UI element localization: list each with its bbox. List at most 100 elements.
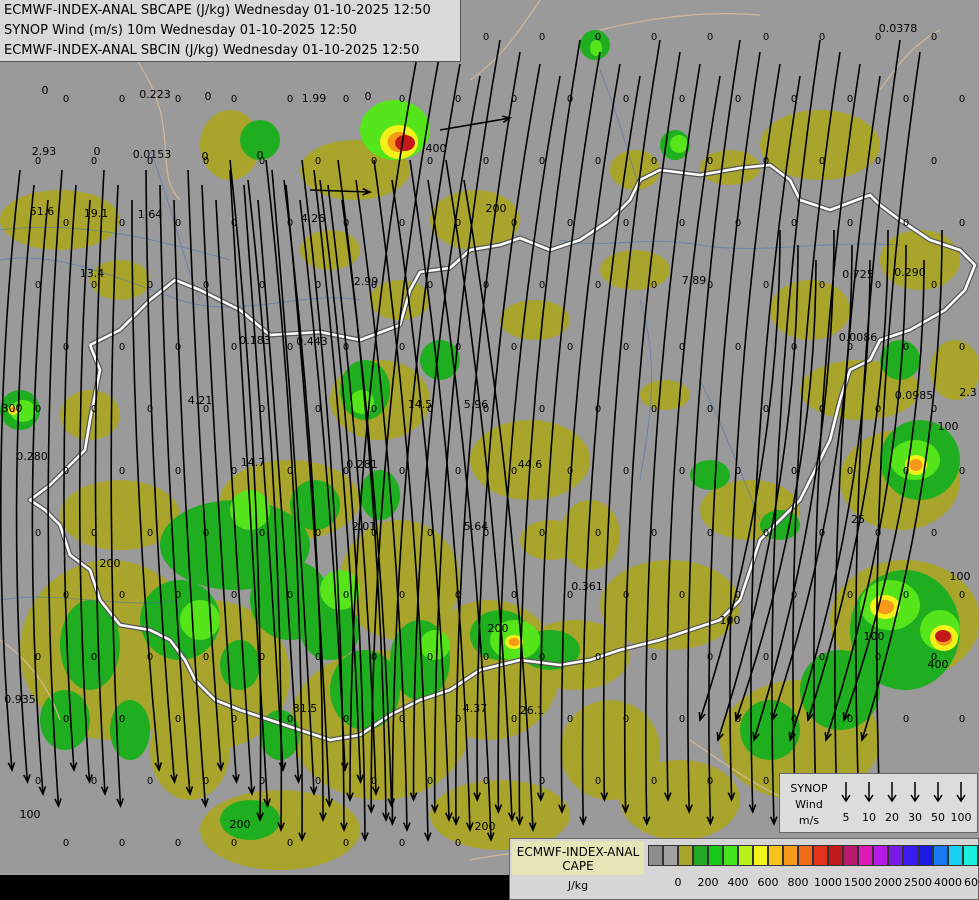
cape-area-olive (620, 760, 740, 840)
cape-legend-swatch (768, 845, 783, 866)
map-value-label: 0 (343, 714, 349, 725)
map-value-label: 300 (2, 402, 23, 415)
map-value-label: 0 (707, 156, 713, 167)
map-value-label: 1.99 (302, 92, 327, 105)
map-value-label: 14.7 (241, 456, 266, 469)
map-value-label: 0 (623, 590, 629, 601)
map-value-label: 0 (735, 714, 741, 725)
cape-area-red (935, 630, 951, 642)
map-value-label: 0 (455, 94, 461, 105)
map-value-label: 0 (371, 156, 377, 167)
map-value-label: 0 (903, 590, 909, 601)
map-value-label: 0 (763, 32, 769, 43)
map-value-label: 0 (371, 280, 377, 291)
map-value-label: 0 (231, 838, 237, 849)
map-value-label: 0 (63, 94, 69, 105)
cape-legend-swatch (813, 845, 828, 866)
map-value-label: 0 (959, 466, 965, 477)
map-value-label: 0 (63, 838, 69, 849)
map-value-label: 0 (35, 280, 41, 291)
map-value-label: 0 (91, 156, 97, 167)
map-value-label: 0 (763, 404, 769, 415)
map-value-label: 0 (399, 218, 405, 229)
wind-legend-tick: 50 (931, 811, 945, 824)
map-value-label: 0 (175, 94, 181, 105)
map-value-label: 0 (847, 590, 853, 601)
map-value-label: 0 (119, 714, 125, 725)
map-value-label: 0 (539, 156, 545, 167)
map-value-label: 0 (315, 528, 321, 539)
cape-legend-swatch (798, 845, 813, 866)
map-value-label: 0 (567, 466, 573, 477)
map-value-label: 0.443 (296, 335, 328, 348)
map-value-label: 0 (539, 404, 545, 415)
wind-arrow-icon (955, 780, 967, 808)
map-value-label: 0 (651, 280, 657, 291)
map-value-label: 0 (147, 156, 153, 167)
map-value-label: 0 (707, 280, 713, 291)
map-value-label: 0 (875, 652, 881, 663)
map-value-label: 0.725 (842, 268, 874, 281)
map-value-label: 4.26 (301, 212, 326, 225)
wind-arrow-icon (886, 780, 898, 808)
map-value-label: 0 (903, 218, 909, 229)
map-value-label: 200 (486, 202, 507, 215)
secondary-border (599, 13, 761, 31)
map-value-label: 0 (567, 218, 573, 229)
map-value-label: 0 (315, 156, 321, 167)
cape-legend-tick: 400 (727, 876, 749, 889)
header-line-cin: ECMWF-INDEX-ANAL SBCIN (J/kg) Wednesday … (4, 43, 420, 58)
map-value-label: 0 (175, 590, 181, 601)
map-value-label: 0 (763, 776, 769, 787)
map-value-label: 0 (511, 714, 517, 725)
cape-legend-tick: 2500 (904, 876, 932, 889)
map-value-label: 0 (483, 32, 489, 43)
map-value-label: 0 (63, 466, 69, 477)
map-value-label: 0 (651, 404, 657, 415)
map-value-label: 0 (595, 32, 601, 43)
map-value-label: 0 (315, 404, 321, 415)
map-value-label: 0.0985 (895, 389, 934, 402)
wind-arrow-icon (863, 780, 875, 808)
map-value-label: 0 (903, 466, 909, 477)
map-value-label: 0 (427, 280, 433, 291)
map-value-label: 0 (875, 528, 881, 539)
cape-legend-swatch (678, 845, 693, 866)
map-value-label: 0 (483, 528, 489, 539)
map-value-label: 100 (720, 614, 741, 627)
cape-area-olive (200, 790, 360, 870)
cape-area-green (690, 460, 730, 490)
map-value-label: 0 (847, 466, 853, 477)
map-value-label: 0 (959, 714, 965, 725)
map-value-label: 0 (791, 590, 797, 601)
map-value-label: 0 (539, 280, 545, 291)
header-line-cape: ECMWF-INDEX-ANAL SBCAPE (J/kg) Wednesday… (4, 3, 431, 18)
map-value-label: 0 (287, 838, 293, 849)
map-value-label: 200 (475, 820, 496, 833)
map-value-label: 0 (259, 776, 265, 787)
map-value-label: 0.361 (571, 580, 603, 593)
cape-legend-swatch (948, 845, 963, 866)
map-value-label: 0 (567, 94, 573, 105)
map-value-label: 0 (875, 404, 881, 415)
map-value-label: 0 (483, 776, 489, 787)
cape-legend-tick: 600 (757, 876, 779, 889)
map-value-label: 0 (455, 714, 461, 725)
map-value-label: 0 (651, 156, 657, 167)
map-value-label: 0 (903, 714, 909, 725)
map-value-label: 0 (399, 466, 405, 477)
map-value-label: 0 (203, 156, 209, 167)
map-value-label: 0 (735, 94, 741, 105)
map-value-label: 0 (399, 838, 405, 849)
map-value-label: 0 (623, 714, 629, 725)
map-value-label: 0 (399, 342, 405, 353)
map-value-label: 26.1 (520, 704, 545, 717)
map-value-label: 0 (539, 32, 545, 43)
map-value-label: 100 (20, 808, 41, 821)
map-value-label: 51.6 (30, 205, 55, 218)
map-value-label: 0 (147, 404, 153, 415)
map-value-label: 0 (623, 342, 629, 353)
map-value-label: 0 (735, 218, 741, 229)
map-value-label: 0 (175, 714, 181, 725)
map-stage: 0 0.223 0 1.99 0 2.93 0 0.0153 0 0 51.6 19.1 1.64 4.2… (0, 0, 979, 900)
